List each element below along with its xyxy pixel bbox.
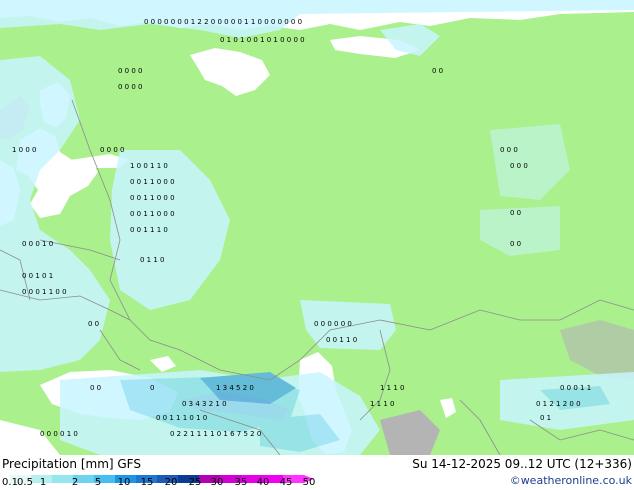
map-footer: Precipitation [mm] GFS Su 14-12-2025 09.…: [0, 455, 634, 490]
svg-text:0 0 0 1 1: 0 0 0 1 1: [560, 384, 591, 392]
svg-text:0 1 0 1 0 0 1 0 1 0 0 0 0: 0 1 0 1 0 0 1 0 1 0 0 0 0: [220, 36, 305, 44]
svg-text:0 0 0 0 0 0: 0 0 0 0 0 0: [314, 320, 352, 328]
legend-tick-label: 2: [71, 477, 79, 488]
legend-tick-label: 15: [140, 477, 154, 488]
legend-tick-label: 0.5: [17, 477, 33, 488]
svg-text:0 0 0 0: 0 0 0 0: [118, 67, 143, 75]
svg-text:0 0: 0 0: [90, 384, 101, 392]
svg-text:0 0 1 1 0 0 0: 0 0 1 1 0 0 0: [130, 194, 175, 202]
legend-tick-label: 45: [279, 477, 293, 488]
svg-text:1 0 0 1 1 0: 1 0 0 1 1 0: [130, 162, 168, 170]
legend-tick-label: 30: [210, 477, 224, 488]
svg-text:0 0: 0 0: [510, 240, 521, 248]
svg-text:0 0 0 1 0: 0 0 0 1 0: [22, 240, 53, 248]
svg-text:0 0 0: 0 0 0: [500, 146, 518, 154]
svg-text:0 2 2 1 1 1 1 0 1 6 7 5 2 0: 0 2 2 1 1 1 1 0 1 6 7 5 2 0: [170, 430, 261, 438]
svg-text:0 0 0 0 0 0 0 1 2 2 0 0 0 0 0: 0 0 0 0 0 0 0 1 2 2 0 0 0 0 0 1 1 0 0 0 …: [144, 18, 302, 26]
svg-text:0: 0: [150, 384, 154, 392]
legend-tick-label: 50: [302, 477, 316, 488]
svg-text:1 3 4 5 2 0: 1 3 4 5 2 0: [216, 384, 254, 392]
legend-tick-label: 1: [39, 477, 47, 488]
map-title: Precipitation [mm] GFS: [2, 457, 141, 471]
forecast-datetime: Su 14-12-2025 09..12 UTC (12+336): [412, 457, 632, 471]
svg-text:0 3 4 3 2 1 0: 0 3 4 3 2 1 0: [182, 400, 227, 408]
svg-text:0 0 0 0 1 0: 0 0 0 0 1 0: [40, 430, 78, 438]
legend-swatch: [52, 475, 73, 483]
svg-text:0 0 0: 0 0 0: [510, 162, 528, 170]
svg-text:0 0 0 1 1 0 0: 0 0 0 1 1 0 0: [22, 288, 67, 296]
svg-text:0 0 1 0 1: 0 0 1 0 1: [22, 272, 53, 280]
watermark: ©weatheronline.co.uk: [509, 474, 632, 487]
legend-tick-label: 10: [117, 477, 131, 488]
svg-text:1 1 1 0: 1 1 1 0: [380, 384, 405, 392]
svg-text:0 0 1 1 0 0 0: 0 0 1 1 0 0 0: [130, 210, 175, 218]
svg-text:0 0: 0 0: [432, 67, 443, 75]
svg-text:0 0 1 1 0 0 0: 0 0 1 1 0 0 0: [130, 178, 175, 186]
legend-tick-label: 25: [188, 477, 202, 488]
svg-text:0 1: 0 1: [540, 414, 551, 422]
svg-text:0 0: 0 0: [88, 320, 99, 328]
svg-text:0 0 1 1 1 0 1 0: 0 0 1 1 1 0 1 0: [156, 414, 207, 422]
legend-tick-label: 40: [256, 477, 270, 488]
precipitation-map: 0 0 0 0 0 0 0 1 2 2 0 0 0 0 0 1 1 0 0 0 …: [0, 0, 634, 456]
svg-text:0 0: 0 0: [510, 209, 521, 217]
legend-tick-label: 0.1: [2, 477, 18, 488]
svg-text:0 1 2 1 2 0 0: 0 1 2 1 2 0 0: [536, 400, 581, 408]
svg-text:0 0 0 0: 0 0 0 0: [100, 146, 125, 154]
svg-text:1 0 0 0: 1 0 0 0: [12, 146, 37, 154]
svg-text:0 0 1 1 1 0: 0 0 1 1 1 0: [130, 226, 168, 234]
legend-tick-label: 20: [164, 477, 178, 488]
legend-tick-label: 35: [234, 477, 248, 488]
svg-text:0 0 1 1 0: 0 0 1 1 0: [326, 336, 357, 344]
svg-text:0 0 0 0: 0 0 0 0: [118, 83, 143, 91]
svg-text:1 1 1 0: 1 1 1 0: [370, 400, 395, 408]
legend-tick-label: 5: [94, 477, 102, 488]
svg-text:0 1 1 0: 0 1 1 0: [140, 256, 165, 264]
